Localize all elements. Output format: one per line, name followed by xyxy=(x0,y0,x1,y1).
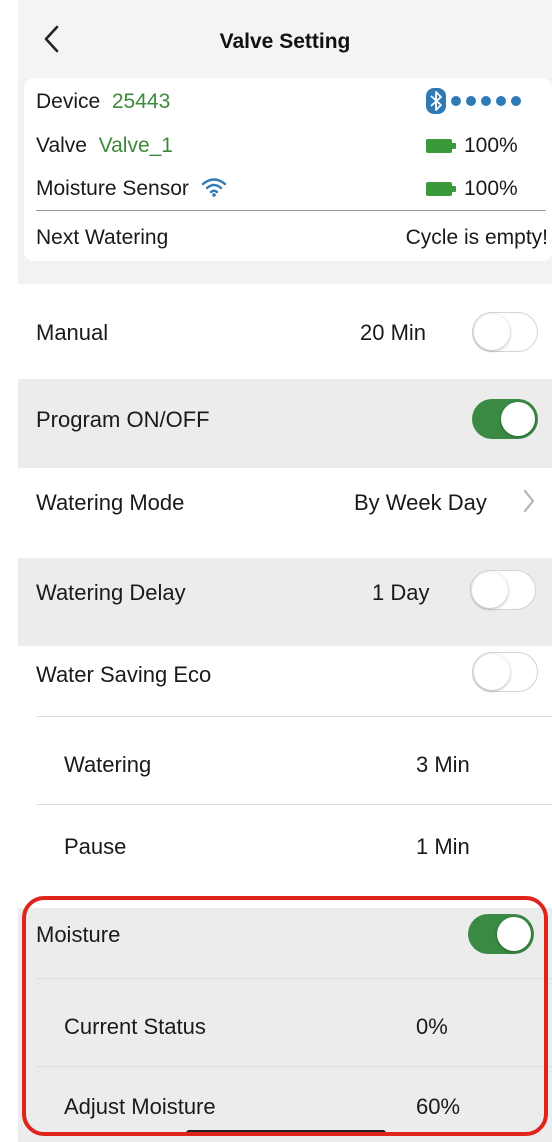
moisture-toggle[interactable] xyxy=(468,914,534,954)
program-row: Program ON/OFF xyxy=(18,379,552,468)
device-label: Device xyxy=(36,90,101,113)
eco-toggle[interactable] xyxy=(472,652,538,692)
row-separator xyxy=(36,804,552,805)
sensor-battery: 100% xyxy=(426,177,518,201)
watering-delay-toggle[interactable] xyxy=(470,570,536,610)
page: Valve Setting Device 25443 Valve Valve_1… xyxy=(18,0,552,1142)
current-status-label: Current Status xyxy=(64,1014,206,1039)
device-row: Device 25443 xyxy=(36,90,170,114)
watering-delay-value[interactable]: 1 Day xyxy=(372,580,429,606)
moisture-section: Moisture Current Status 0% Adjust Moistu… xyxy=(18,908,552,1142)
device-info-card: Device 25443 Valve Valve_1 100% Moisture… xyxy=(24,78,552,261)
adjust-moisture-label: Adjust Moisture xyxy=(64,1094,216,1119)
valve-label: Valve xyxy=(36,134,87,157)
eco-pause-label: Pause xyxy=(64,834,127,859)
signal-dots xyxy=(446,89,521,112)
eco-watering-label: Watering xyxy=(64,752,152,777)
eco-label: Water Saving Eco xyxy=(36,662,212,687)
manual-label: Manual xyxy=(36,320,109,345)
eco-pause-value[interactable]: 1 Min xyxy=(416,834,470,860)
manual-row: Manual 20 Min xyxy=(18,284,552,379)
sensor-battery-value: 100% xyxy=(464,177,518,200)
adjust-moisture-value[interactable]: 60% xyxy=(416,1094,460,1120)
row-separator xyxy=(36,1066,552,1067)
watering-mode-label: Watering Mode xyxy=(36,490,185,515)
sensor-row: Moisture Sensor xyxy=(36,177,227,201)
sensor-label: Moisture Sensor xyxy=(36,177,189,200)
battery-icon xyxy=(426,182,456,197)
program-label: Program ON/OFF xyxy=(36,407,210,432)
eco-section: Water Saving Eco Watering 3 Min Pause 1 … xyxy=(18,646,552,908)
eco-watering-value[interactable]: 3 Min xyxy=(416,752,470,778)
row-separator xyxy=(36,978,552,979)
row-separator xyxy=(36,716,552,717)
moisture-label: Moisture xyxy=(36,922,121,947)
manual-toggle[interactable] xyxy=(472,312,538,352)
home-indicator xyxy=(186,1130,386,1136)
device-id: 25443 xyxy=(111,90,171,113)
valve-battery: 100% xyxy=(426,134,518,158)
watering-delay-label: Watering Delay xyxy=(36,580,186,605)
wifi-icon xyxy=(201,178,226,197)
watering-mode-row[interactable]: Watering Mode By Week Day xyxy=(18,468,552,558)
program-toggle[interactable] xyxy=(472,399,538,439)
bluetooth-signal xyxy=(426,88,521,114)
next-watering-value: Cycle is empty! xyxy=(405,226,548,249)
card-divider xyxy=(36,210,546,211)
valve-battery-value: 100% xyxy=(464,134,518,157)
chevron-right-icon xyxy=(523,489,535,513)
nav-header: Valve Setting xyxy=(18,0,552,78)
page-title: Valve Setting xyxy=(219,30,351,53)
valve-row: Valve Valve_1 xyxy=(36,134,173,158)
battery-icon xyxy=(426,139,456,154)
manual-duration[interactable]: 20 Min xyxy=(360,320,426,346)
watering-delay-row: Watering Delay 1 Day xyxy=(18,558,552,646)
current-status-value: 0% xyxy=(416,1014,448,1039)
next-watering-label: Next Watering xyxy=(36,226,169,249)
watering-mode-value: By Week Day xyxy=(354,490,487,515)
valve-name: Valve_1 xyxy=(98,134,173,157)
bluetooth-icon xyxy=(426,88,446,114)
